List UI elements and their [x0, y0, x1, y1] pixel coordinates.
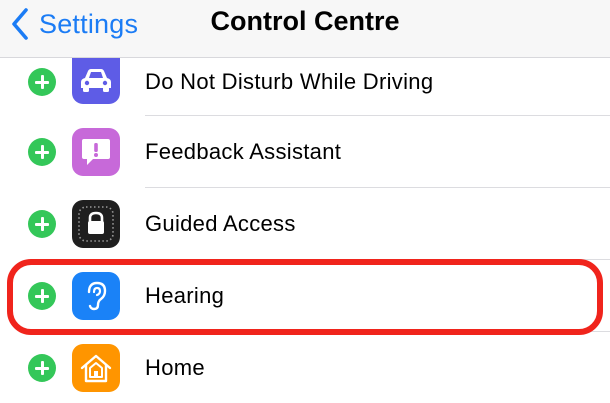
row-label: Guided Access — [145, 211, 296, 236]
list-item: Feedback Assistant — [0, 116, 610, 188]
lock-icon — [72, 200, 120, 248]
add-control-button[interactable] — [28, 138, 56, 166]
add-control-button[interactable] — [28, 282, 56, 310]
row-label: Do Not Disturb While Driving — [145, 69, 434, 94]
ear-icon — [72, 272, 120, 320]
house-icon — [72, 344, 120, 392]
row-label: Hearing — [145, 283, 225, 308]
list-item: Do Not Disturb While Driving — [0, 58, 610, 116]
row-label: Home — [145, 355, 205, 380]
list-item: Home — [0, 332, 610, 403]
row-label: Feedback Assistant — [145, 139, 342, 164]
add-control-button[interactable] — [28, 354, 56, 382]
page-title: Control Centre — [210, 6, 400, 36]
add-control-button[interactable] — [28, 210, 56, 238]
car-icon — [72, 58, 120, 104]
exclamation-bubble-icon — [72, 128, 120, 176]
navigation-bar: Settings Control Centre — [0, 0, 610, 58]
more-controls-list: Do Not Disturb While Driving Feedback As… — [0, 58, 610, 403]
list-item-hearing: Hearing — [0, 260, 610, 332]
list-item: Guided Access — [0, 188, 610, 260]
add-control-button[interactable] — [28, 68, 56, 96]
